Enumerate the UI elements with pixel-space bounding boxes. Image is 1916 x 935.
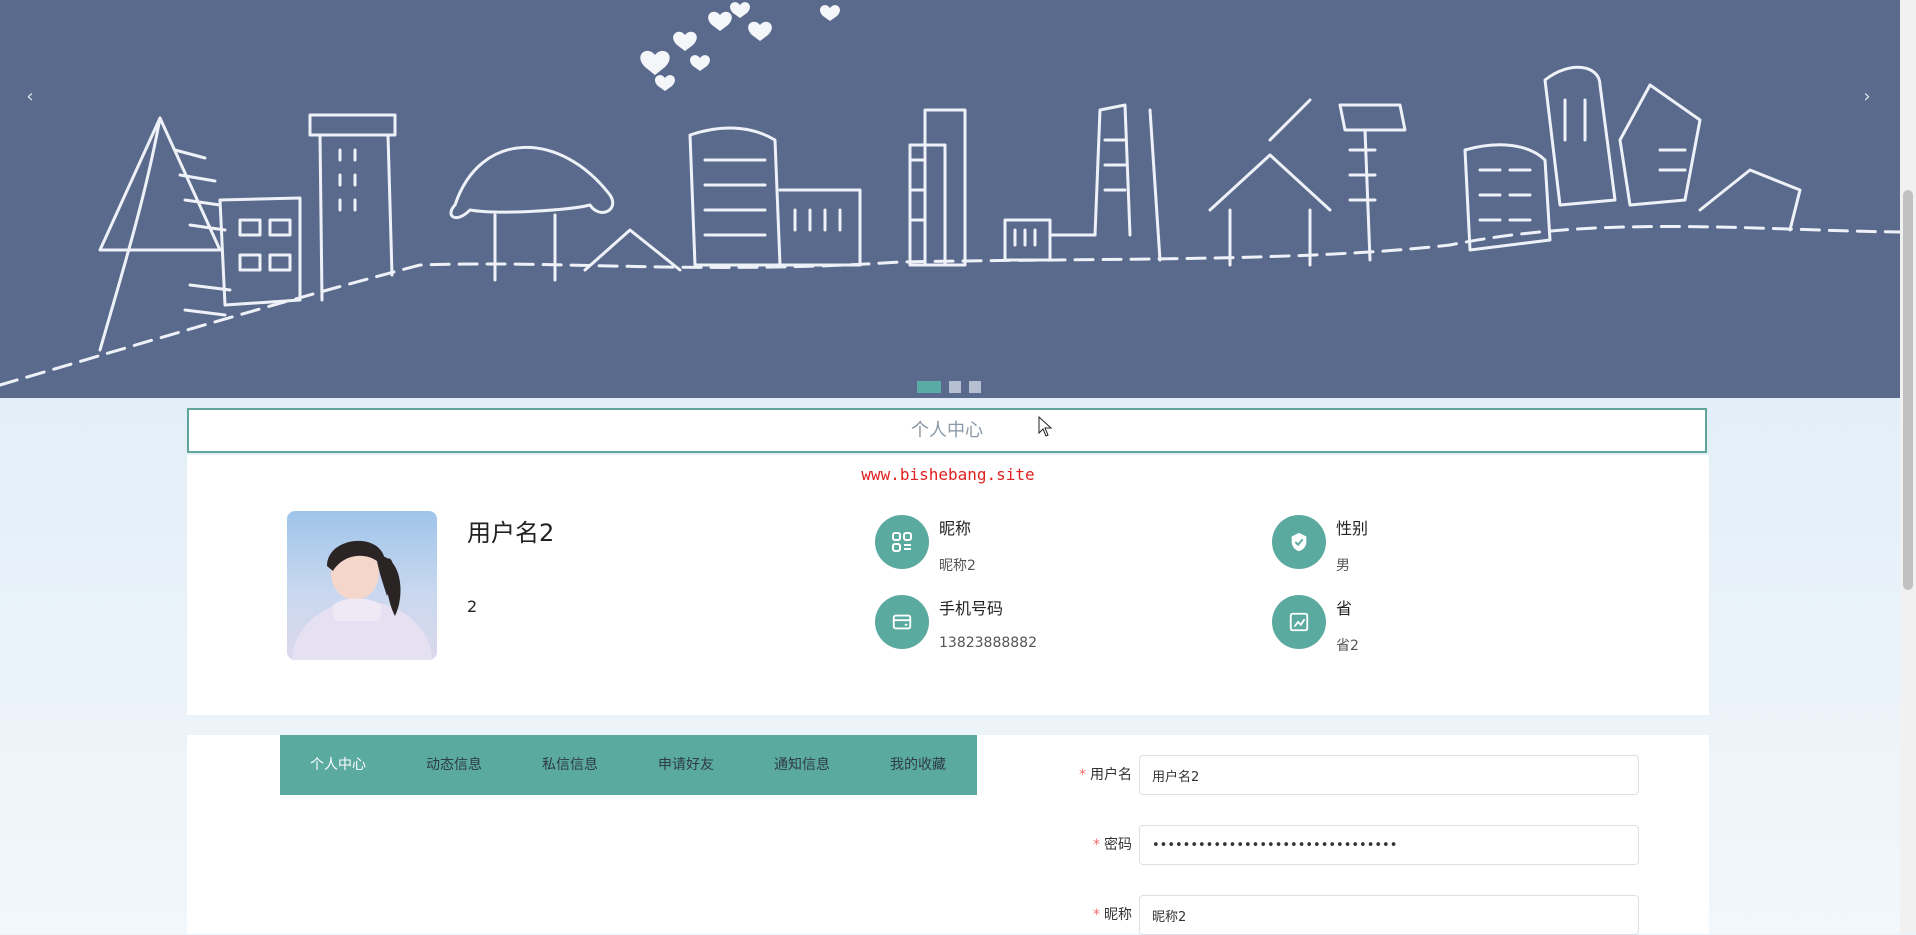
password-field[interactable] [1139,825,1639,865]
tab-dynamic-info[interactable]: 动态信息 [396,735,512,795]
city-doodle-illustration [0,2,1900,387]
phone-value: 13823888882 [939,635,1037,651]
tab-personal-center[interactable]: 个人中心 [280,735,396,795]
page-scrollbar[interactable] [1900,0,1916,934]
profile-username: 用户名2 [467,519,555,547]
nickname-label-text: 昵称 [1104,907,1132,923]
carousel-next-button[interactable]: › [1855,82,1879,112]
form-row-password: * 密码 [1087,825,1647,865]
page-title: 个人中心 [187,408,1707,453]
form-row-nickname: * 昵称 [1087,895,1647,935]
nickname-label: 昵称 [939,519,972,538]
province-label: 省 [1336,599,1353,618]
carousel-indicators [917,381,981,393]
required-mark: * [1093,837,1100,853]
profile-subtext: 2 [467,597,478,616]
scrollbar-thumb[interactable] [1903,190,1913,590]
profile-panel: www.bishebang.site 用户名2 2 昵称 昵称2 性别 男 手机… [187,455,1709,715]
banner-carousel: ‹ › [0,0,1900,398]
nickname-field-label: * 昵称 [1093,895,1132,935]
tab-bar: 个人中心 动态信息 私信信息 申请好友 通知信息 我的收藏 [280,735,977,795]
password-label-text: 密码 [1104,837,1132,853]
province-value: 省2 [1336,638,1359,654]
content-panel: 个人中心 动态信息 私信信息 申请好友 通知信息 我的收藏 *用户名 *密码 *… [187,735,1709,935]
grid-icon [875,515,929,569]
tab-notifications[interactable]: 通知信息 [744,735,860,795]
tab-my-favorites[interactable]: 我的收藏 [860,735,976,795]
carousel-prev-button[interactable]: ‹ [18,82,42,112]
required-mark: * [1093,907,1100,923]
phone-label: 手机号码 [939,599,1004,618]
avatar [287,511,437,660]
username-field[interactable] [1139,755,1639,795]
username-label-text: 用户名 [1090,767,1132,783]
nickname-value: 昵称2 [939,558,976,574]
carousel-dot-3[interactable] [969,381,981,393]
gender-label: 性别 [1336,519,1369,538]
tab-friend-requests[interactable]: 申请好友 [628,735,744,795]
nickname-field[interactable] [1139,895,1639,935]
carousel-dot-1[interactable] [917,381,941,393]
username-field-label: * 用户名 [1079,755,1132,795]
mouse-cursor-icon [1038,416,1053,437]
tab-private-messages[interactable]: 私信信息 [512,735,628,795]
shield-icon [1272,515,1326,569]
watermark-text: www.bishebang.site [861,465,1035,484]
password-field-label: * 密码 [1093,825,1132,865]
wallet-icon [875,595,929,649]
gender-value: 男 [1336,558,1350,574]
carousel-dot-2[interactable] [949,381,961,393]
avatar-photo [292,540,432,660]
form-row-username: * 用户名 [1079,755,1647,795]
required-mark: * [1079,767,1086,783]
chart-icon [1272,595,1326,649]
